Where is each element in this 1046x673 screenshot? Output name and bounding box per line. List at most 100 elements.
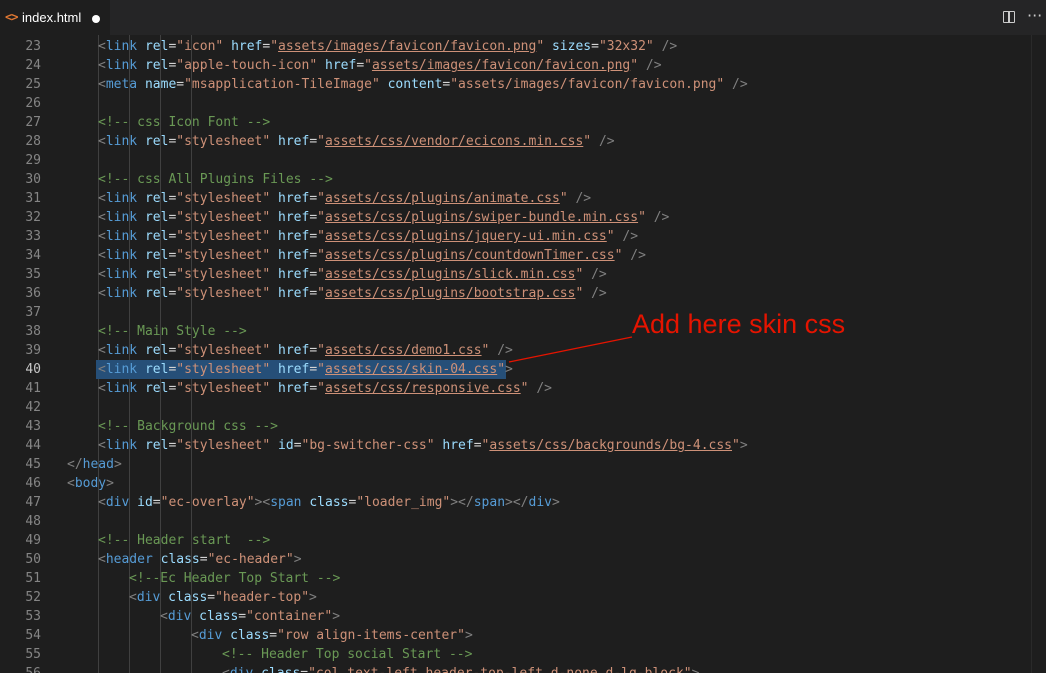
code-text[interactable]: <!-- Background css --> [98, 417, 278, 436]
line-number: 56 [0, 664, 41, 673]
code-text[interactable]: <div class="header-top"> [129, 588, 317, 607]
code-line[interactable]: 27 <!-- css Icon Font --> [0, 113, 1046, 132]
line-number: 29 [25, 153, 41, 168]
line-number: 32 [25, 210, 41, 225]
code-text[interactable]: <!-- Main Style --> [98, 322, 247, 341]
line-number: 33 [25, 229, 41, 244]
line-number: 36 [25, 286, 41, 301]
code-text[interactable]: <div id="ec-overlay"><span class="loader… [98, 493, 560, 512]
html-file-icon: <> [5, 10, 18, 24]
code-line[interactable]: 33 <link rel="stylesheet" href="assets/cs… [0, 227, 1046, 246]
code-text[interactable]: <link rel="stylesheet" href="assets/css/… [98, 341, 513, 360]
line-number: 37 [25, 305, 41, 320]
code-text[interactable]: <link rel="stylesheet" href="assets/css/… [98, 265, 607, 284]
code-line[interactable]: 34 <link rel="stylesheet" href="assets/cs… [0, 246, 1046, 265]
line-number: 54 [25, 628, 41, 643]
split-editor-icon[interactable] [1003, 11, 1015, 23]
code-line[interactable]: 24 <link rel="apple-touch-icon" href="ass… [0, 56, 1046, 75]
code-line[interactable]: 28 <link rel="stylesheet" href="assets/cs… [0, 132, 1046, 151]
line-number: 44 [25, 438, 41, 453]
code-line[interactable]: 38 <!-- Main Style --> [0, 322, 1046, 341]
code-line[interactable]: 48 [0, 512, 1046, 531]
code-text[interactable]: <link rel="stylesheet" href="assets/css/… [98, 246, 646, 265]
line-number: 24 [25, 58, 41, 73]
code-line[interactable]: 52 <div class="header-top"> [0, 588, 1046, 607]
code-line[interactable]: 23 <link rel="icon" href="assets/images/f… [0, 37, 1046, 56]
code-text[interactable]: <!-- css Icon Font --> [98, 113, 270, 132]
line-number: 49 [25, 533, 41, 548]
tab-index-html[interactable]: <> index.html [0, 0, 110, 35]
code-line[interactable]: 46 <body> [0, 474, 1046, 493]
line-number: 28 [25, 134, 41, 149]
line-number: 31 [25, 191, 41, 206]
code-text[interactable]: <!--Ec Header Top Start --> [129, 569, 340, 588]
code-text[interactable]: <link rel="stylesheet" href="assets/css/… [98, 208, 669, 227]
code-line[interactable]: 40 <link rel="stylesheet" href="assets/cs… [0, 360, 1046, 379]
line-number: 48 [25, 514, 41, 529]
line-number: 23 [25, 39, 41, 54]
code-line[interactable]: 29 [0, 151, 1046, 170]
line-number: 43 [25, 419, 41, 434]
line-number: 25 [25, 77, 41, 92]
line-number: 42 [25, 400, 41, 415]
code-text[interactable]: <!-- css All Plugins Files --> [98, 170, 333, 189]
editor-tab-bar: <> index.html ··· [0, 0, 1046, 35]
code-text[interactable]: <!-- Header Top social Start --> [222, 645, 472, 664]
code-text[interactable]: <header class="ec-header"> [98, 550, 302, 569]
code-text[interactable]: <div class="container"> [160, 607, 340, 626]
code-text[interactable]: <div class="col text-left header-top-lef… [222, 664, 699, 673]
line-number: 26 [25, 96, 41, 111]
editor-scrollbar[interactable] [1031, 35, 1046, 673]
code-line[interactable]: 53 <div class="container"> [0, 607, 1046, 626]
code-line[interactable]: 25 <meta name="msapplication-TileImage" c… [0, 75, 1046, 94]
code-text[interactable]: <link rel="stylesheet" href="assets/css/… [98, 227, 638, 246]
code-text[interactable]: <meta name="msapplication-TileImage" con… [98, 75, 748, 94]
code-line[interactable]: 37 [0, 303, 1046, 322]
code-line[interactable]: 42 [0, 398, 1046, 417]
line-number: 41 [25, 381, 41, 396]
code-text[interactable]: <link rel="apple-touch-icon" href="asset… [98, 56, 662, 75]
code-text[interactable]: </head> [67, 455, 122, 474]
code-text[interactable]: <body> [67, 474, 114, 493]
line-number: 46 [25, 476, 41, 491]
code-line[interactable]: 47 <div id="ec-overlay"><span class="load… [0, 493, 1046, 512]
code-text[interactable]: <link rel="stylesheet" href="assets/css/… [98, 284, 607, 303]
code-line[interactable]: 43 <!-- Background css --> [0, 417, 1046, 436]
line-number: 55 [25, 647, 41, 662]
code-line[interactable]: 50 <header class="ec-header"> [0, 550, 1046, 569]
line-number: 34 [25, 248, 41, 263]
code-line[interactable]: 36 <link rel="stylesheet" href="assets/cs… [0, 284, 1046, 303]
code-line[interactable]: 35 <link rel="stylesheet" href="assets/cs… [0, 265, 1046, 284]
code-line[interactable]: 30 <!-- css All Plugins Files --> [0, 170, 1046, 189]
code-line[interactable]: 41 <link rel="stylesheet" href="assets/cs… [0, 379, 1046, 398]
code-line[interactable]: 56 <div class="col text-left header-top-l… [0, 664, 1046, 673]
line-number: 50 [25, 552, 41, 567]
code-text[interactable]: <!-- Header start --> [98, 531, 270, 550]
code-text[interactable]: <link rel="stylesheet" href="assets/css/… [98, 132, 615, 151]
code-line[interactable]: 51 <!--Ec Header Top Start --> [0, 569, 1046, 588]
code-text[interactable]: <div class="row align-items-center"> [191, 626, 473, 645]
code-line[interactable]: 31 <link rel="stylesheet" href="assets/cs… [0, 189, 1046, 208]
more-actions-icon[interactable]: ··· [1027, 6, 1042, 25]
line-number: 38 [25, 324, 41, 339]
line-number: 39 [25, 343, 41, 358]
code-line[interactable]: 45 </head> [0, 455, 1046, 474]
code-text[interactable]: <link rel="stylesheet" href="assets/css/… [98, 379, 552, 398]
unsaved-indicator-icon[interactable] [92, 15, 100, 23]
line-number: 52 [25, 590, 41, 605]
code-line[interactable]: 55 <!-- Header Top social Start --> [0, 645, 1046, 664]
code-text[interactable]: <link rel="stylesheet" href="assets/css/… [98, 189, 591, 208]
code-editor[interactable]: 23 <link rel="icon" href="assets/images/f… [0, 35, 1046, 673]
code-line[interactable]: 26 [0, 94, 1046, 113]
code-line[interactable]: 32 <link rel="stylesheet" href="assets/cs… [0, 208, 1046, 227]
code-text[interactable]: <link rel="stylesheet" href="assets/css/… [98, 360, 513, 379]
line-number: 30 [25, 172, 41, 187]
code-line[interactable]: 44 <link rel="stylesheet" id="bg-switcher… [0, 436, 1046, 455]
code-line[interactable]: 39 <link rel="stylesheet" href="assets/cs… [0, 341, 1046, 360]
line-number: 27 [25, 115, 41, 130]
code-line[interactable]: 49 <!-- Header start --> [0, 531, 1046, 550]
code-line[interactable]: 54 <div class="row align-items-center"> [0, 626, 1046, 645]
code-text[interactable]: <link rel="icon" href="assets/images/fav… [98, 37, 677, 56]
code-text[interactable]: <link rel="stylesheet" id="bg-switcher-c… [98, 436, 748, 455]
line-number: 45 [25, 457, 41, 472]
